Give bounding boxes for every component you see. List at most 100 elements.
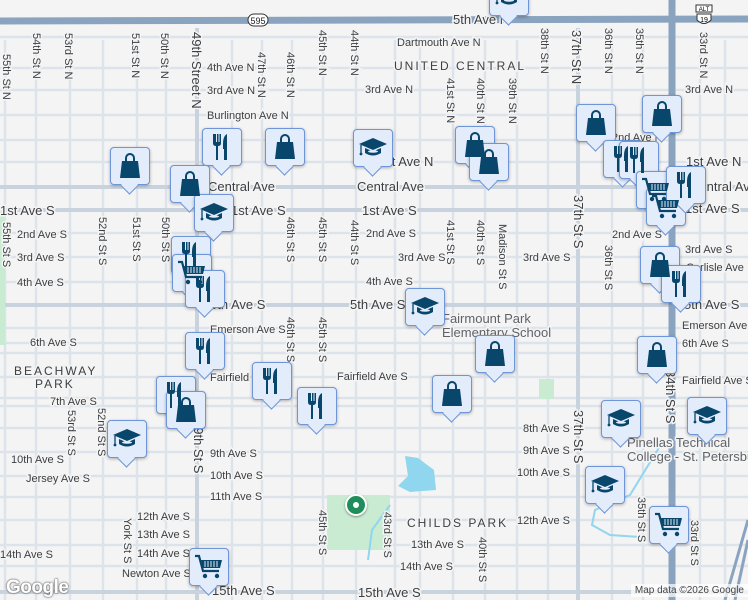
street-label: 2nd Ave S (366, 228, 416, 240)
street-label: 13th Ave S (137, 529, 190, 541)
restaurant-icon (263, 368, 277, 394)
street-label: 3rd Ave N (207, 85, 255, 97)
bag-icon (652, 101, 672, 126)
street-label: Newton Ave S (122, 568, 191, 580)
street-label: 49th Street N (189, 32, 204, 109)
bag-icon (120, 153, 140, 178)
street-label: 55th St N (0, 54, 12, 100)
restaurant-icon (672, 271, 686, 297)
street-label: 40th St S (474, 220, 486, 265)
map-marker-restaurant[interactable] (297, 387, 337, 425)
school-icon (359, 138, 387, 156)
street-label: 37th St S (571, 410, 586, 464)
route-shield-alt-19: ALT 19 (695, 4, 713, 24)
street-label: 46th St S (284, 217, 296, 262)
school-icon (200, 203, 228, 221)
street-label: Jersey Ave S (26, 473, 90, 485)
map-marker-bag[interactable] (432, 375, 472, 413)
map-marker-cart[interactable] (649, 506, 689, 544)
street-label: 41st St S (444, 220, 456, 265)
street-label: York St S (121, 518, 133, 563)
neighborhood-label: PARK (35, 377, 75, 391)
map-marker-school[interactable] (489, 0, 529, 16)
street-label: 44th St S (348, 220, 360, 265)
map-marker-bag[interactable] (637, 336, 677, 374)
street-label: Dartmouth Ave N (397, 37, 481, 49)
street-label: 39th St N (506, 78, 518, 124)
map-marker-restaurant[interactable] (202, 128, 242, 166)
street-label: 40th St N (474, 78, 486, 124)
cart-icon (655, 512, 682, 537)
street-label: 52nd St S (96, 217, 108, 265)
map-marker-school[interactable] (585, 466, 625, 504)
poi-label[interactable]: Pinellas Technical (626, 434, 732, 452)
street-label: 36th St S (602, 245, 614, 290)
street-label: 8th Ave S (523, 423, 570, 435)
street-label: 45th St S (316, 217, 328, 262)
street-label: 3rd Ave S (17, 252, 65, 264)
bag-icon (275, 134, 295, 159)
map-marker-cart[interactable] (189, 548, 229, 586)
street-label: 1st Ave S (0, 203, 55, 218)
street-label: 50th St N (158, 33, 170, 79)
street-label: Madison St S (496, 224, 508, 289)
street-label: 38th St N (538, 28, 550, 74)
bag-icon (479, 149, 499, 174)
restaurant-icon (308, 393, 322, 419)
street-label: 14th Ave S (0, 549, 53, 561)
bag-icon (442, 381, 462, 406)
svg-text:ALT: ALT (699, 7, 710, 13)
restaurant-icon (196, 338, 210, 364)
map-marker-school[interactable] (353, 129, 393, 167)
street-label: 45th St S (316, 510, 328, 555)
street-label: Fairfield Ave S (337, 371, 408, 383)
street-label: Burlington Ave N (207, 110, 289, 122)
map-marker-school[interactable] (107, 420, 147, 458)
map-marker-bag[interactable] (475, 335, 515, 373)
street-label: 13th Ave S (411, 539, 464, 551)
street-label: 35th St N (633, 28, 645, 74)
street-label: 4th Ave S (17, 277, 64, 289)
street-label: 40th St S (476, 537, 488, 582)
street-label: 10th Ave S (11, 454, 64, 466)
map-marker-restaurant[interactable] (252, 362, 292, 400)
street-label: 9th Ave S (523, 445, 570, 457)
school-icon (693, 406, 721, 424)
street-label: 3rd Ave N (685, 84, 733, 96)
map-marker-restaurant[interactable] (185, 332, 225, 370)
street-label: 3rd Ave S (685, 244, 733, 256)
google-logo: Google (6, 577, 69, 598)
map-marker-bag[interactable] (110, 147, 150, 185)
map-marker-school[interactable] (601, 400, 641, 438)
school-icon (113, 429, 141, 447)
street-label: 4th Ave S (366, 276, 413, 288)
route-shield-595: 595 (247, 13, 269, 27)
bag-icon (176, 397, 196, 422)
map-marker-bag[interactable] (642, 95, 682, 133)
map-marker-school[interactable] (687, 397, 727, 435)
poi-label[interactable]: Fairmount Park (441, 310, 533, 328)
bag-icon (485, 341, 505, 366)
street-label: 10th Ave S (210, 470, 263, 482)
restaurant-icon (630, 147, 644, 173)
map-canvas[interactable]: 595 ALT19 5th Ave NDartmouth Ave N4th Av… (0, 0, 748, 600)
street-label: 46th St N (284, 52, 296, 98)
school-icon (411, 297, 439, 315)
map-marker-school[interactable] (194, 194, 234, 232)
location-pin-icon[interactable] (345, 494, 367, 516)
map-marker-bag[interactable] (576, 104, 616, 142)
street-label: Central Ave (357, 179, 424, 194)
street-label: 10th Ave S (517, 467, 570, 479)
street-label: 43rd St S (381, 512, 393, 558)
street-label: 12th Ave S (137, 511, 190, 523)
street-label: 33rd St N (697, 32, 709, 79)
poi-label[interactable]: College - St. Petersburg (626, 448, 748, 466)
school-icon (591, 475, 619, 493)
restaurant-icon (213, 134, 227, 160)
map-attribution[interactable]: Map data ©2026 Google (630, 584, 748, 597)
restaurant-icon (677, 172, 691, 198)
park-area (539, 379, 554, 399)
street-label: Central Ave (208, 179, 275, 194)
map-marker-school[interactable] (405, 288, 445, 326)
map-marker-bag[interactable] (265, 128, 305, 166)
